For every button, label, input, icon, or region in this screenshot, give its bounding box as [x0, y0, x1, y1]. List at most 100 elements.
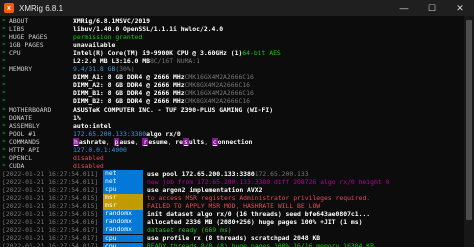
bullet-star: * — [2, 121, 6, 130]
bullet-star: * — [2, 105, 6, 114]
command-text: ause — [119, 137, 135, 146]
info-value: DIMM_A2: 8 GB DDR4 @ 2666 MHz — [73, 81, 185, 90]
info-row: * DIMM_A2: 8 GB DDR4 @ 2666 MHz CMK8GX4M2… — [2, 81, 464, 89]
info-row: * MEMORY 9.4/31.8 GB (30%) — [2, 65, 464, 73]
log-message-tail: 172.65.200.133 — [254, 169, 309, 178]
log-tag-badge: cpu — [103, 242, 143, 247]
info-label: LIBS — [9, 25, 25, 34]
log-line: [2022-01-21 16:27:54.011] net new job from… — [2, 178, 464, 186]
info-value: XMRig/6.8.1 — [73, 17, 116, 25]
log-timestamp: [2022-01-21 16:27:54.017] — [2, 226, 99, 235]
vertical-scrollbar[interactable] — [464, 16, 474, 247]
info-value-secondary: 64-bit AES — [242, 49, 281, 58]
info-value: auto:intel — [73, 121, 112, 130]
log-message: dataset ready (669 ms) — [147, 226, 232, 235]
info-value-secondary: CMK16GX4M2A2666C16 — [184, 73, 254, 82]
log-line: [2022-01-21 16:27:54.017] cpu READY thread… — [2, 242, 464, 247]
log-timestamp: [2022-01-21 16:27:54.011] — [2, 169, 99, 178]
log-tag-badge: randomx — [103, 226, 143, 234]
bullet-star: * — [2, 145, 6, 154]
bullet-star: * — [2, 137, 6, 146]
log-timestamp: [2022-01-21 16:27:54.015] — [2, 194, 99, 203]
log-line: [2022-01-21 16:27:54.016] randomx allocate… — [2, 218, 464, 226]
info-value-secondary: CMK16GX4M2A2666C16 — [184, 89, 254, 98]
info-label: ABOUT — [9, 17, 29, 25]
info-value: Intel(R) Core(TM) i9-9900K CPU @ 3.60GHz… — [73, 49, 243, 58]
console-output[interactable]: * ABOUT XMRig/6.8.1 MSVC/2019 * LIBS libuv/1.… — [0, 16, 464, 247]
info-label: COMMANDS — [9, 137, 40, 146]
log-message: READY threads 8/8 (8) huge pages 100% 16… — [147, 242, 375, 247]
log-message: init dataset algo rx/0 (16 threads) seed… — [147, 210, 371, 219]
log-message: allocated 2336 MB (2080+256) huge pages … — [147, 218, 363, 227]
info-row: * DONATE 1% — [2, 114, 464, 122]
bullet-star: * — [2, 25, 6, 34]
info-label: CUDA — [9, 161, 25, 170]
maximize-button[interactable]: ☐ — [418, 0, 446, 16]
command-p[interactable]: pause — [113, 137, 135, 146]
log-timestamp: [2022-01-21 16:27:54.017] — [2, 234, 99, 243]
info-row: * ABOUT XMRig/6.8.1 MSVC/2019 — [2, 17, 464, 25]
bullet-star: * — [2, 65, 6, 74]
log-line: [2022-01-21 16:27:54.015] randomx init dat… — [2, 210, 464, 218]
log-line: [2022-01-21 16:27:54.017] randomx dataset … — [2, 226, 464, 234]
command-text: esume — [148, 137, 168, 146]
info-row: * HTTP API 127.0.0.1:4000 — [2, 146, 464, 154]
info-value: ASUSTeK COMPUTER INC. - TUF Z390-PLUS GA… — [73, 105, 274, 114]
info-value: libuv/1.40.0 OpenSSL/1.1.1i hwloc/2.4.0 — [73, 25, 224, 34]
log-line: [2022-01-21 16:27:54.012] cpu use argon2 i… — [2, 186, 464, 194]
bullet-star: * — [2, 57, 6, 66]
log-line: [2022-01-21 16:27:54.011] net use pool 172… — [2, 170, 464, 178]
info-row: * CUDA disabled — [2, 162, 464, 170]
bullet-star: * — [2, 49, 6, 58]
xmrig-app-icon: x — [4, 3, 14, 13]
command-s[interactable]: sults — [182, 137, 204, 146]
command-h[interactable]: hashrate — [73, 137, 106, 146]
log-timestamp: [2022-01-21 16:27:54.011] — [2, 177, 99, 186]
info-value: 9.4/31.8 GB — [73, 65, 116, 74]
bullet-star: * — [2, 113, 6, 122]
command-re[interactable]: re — [175, 138, 183, 146]
bullet-star: * — [2, 153, 6, 162]
bullet-star: * — [2, 17, 6, 25]
info-row: * DIMM_B2: 8 GB DDR4 @ 2666 MHz CMK8GX4M2… — [2, 97, 464, 105]
log-timestamp: [2022-01-21 16:27:54.016] — [2, 218, 99, 227]
close-button[interactable]: ✕ — [446, 0, 474, 16]
info-value: unavailable — [73, 41, 116, 50]
title-bar[interactable]: x XMRig 6.8.1 — ☐ ✕ — [0, 0, 474, 16]
info-value-secondary: (30%) — [115, 65, 135, 74]
bullet-star: * — [2, 73, 6, 82]
info-label: DONATE — [9, 113, 33, 122]
info-row: * CPU Intel(R) Core(TM) i9-9900K CPU @ 3.6… — [2, 49, 464, 57]
minimize-button[interactable]: — — [390, 0, 418, 16]
info-value: DIMM_B2: 8 GB DDR4 @ 2666 MHz — [73, 97, 185, 106]
log-timestamp: [2022-01-21 16:27:54.012] — [2, 185, 99, 194]
window-title: XMRig 6.8.1 — [19, 3, 64, 13]
info-value-secondary: MSVC/2019 — [115, 17, 150, 25]
info-label: POOL #1 — [9, 129, 36, 138]
scrollbar-thumb[interactable] — [466, 20, 472, 220]
log-message: FAILED TO APPLY MSR MOD, HASHRATE WILL B… — [147, 202, 321, 211]
info-label: MEMORY — [9, 65, 33, 74]
info-label: OPENCL — [9, 153, 33, 162]
info-value: permission granted — [73, 33, 143, 42]
command-text: onnection — [217, 137, 253, 146]
log-line: [2022-01-21 16:27:54.015] msr FAILED TO AP… — [2, 202, 464, 210]
command-r[interactable]: resume — [142, 137, 168, 146]
info-value: 1% — [73, 113, 81, 122]
info-value: 127.0.0.1:4000 — [73, 145, 127, 154]
bullet-star: * — [2, 81, 6, 90]
log-line: [2022-01-21 16:27:54.017] cpu use profile … — [2, 234, 464, 242]
log-message: use pool 172.65.200.133:3380 — [147, 169, 255, 178]
info-row: * L2:2.0 MB L3:16.0 MB 8C/16T NUMA:1 — [2, 57, 464, 65]
info-row: * DIMM_B1: 8 GB DDR4 @ 2666 MHz CMK16GX4M… — [2, 89, 464, 97]
info-row: * 1GB PAGES unavailable — [2, 41, 464, 49]
info-value: 172.65.200.133:3380 — [73, 129, 147, 138]
command-c[interactable]: connection — [211, 137, 253, 146]
bullet-star: * — [2, 89, 6, 98]
info-row: * DIMM_A1: 8 GB DDR4 @ 2666 MHz CMK16GX4M… — [2, 73, 464, 81]
bullet-star: * — [2, 97, 6, 106]
info-row: * OPENCL disabled — [2, 154, 464, 162]
log-timestamp: [2022-01-21 16:27:54.015] — [2, 210, 99, 219]
info-label: HUGE PAGES — [9, 33, 48, 42]
info-value: DIMM_B1: 8 GB DDR4 @ 2666 MHz — [73, 89, 185, 98]
